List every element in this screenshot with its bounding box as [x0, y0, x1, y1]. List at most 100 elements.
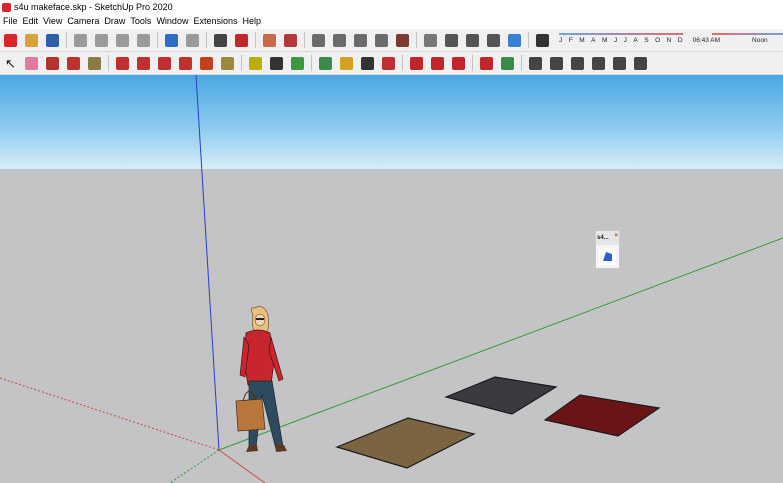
erase-button[interactable]: [135, 31, 153, 49]
red-axis: [218, 449, 266, 483]
cut-button[interactable]: [72, 31, 90, 49]
extension-warehouse-button[interactable]: [261, 31, 279, 49]
scale-icon: [200, 56, 213, 70]
scale-figure-person[interactable]: [235, 306, 287, 452]
style-2-button[interactable]: [331, 31, 349, 49]
month-label: F: [568, 36, 573, 44]
extension-2-icon: [480, 56, 493, 70]
arc-button[interactable]: [65, 54, 83, 72]
select-icon: ↖: [5, 55, 16, 71]
rectangle-button[interactable]: [86, 54, 104, 72]
style-5-button[interactable]: [394, 31, 412, 49]
back-view-button[interactable]: [611, 54, 629, 72]
tape-measure-button[interactable]: [247, 54, 265, 72]
offset-button[interactable]: [219, 54, 237, 72]
print-button[interactable]: [212, 31, 230, 49]
rotate-button[interactable]: [177, 54, 195, 72]
user-profile-button[interactable]: [499, 54, 517, 72]
make-face-button[interactable]: [599, 248, 616, 265]
paste-icon: [116, 33, 129, 47]
scene-canvas[interactable]: [0, 75, 783, 483]
front-view-button[interactable]: [569, 54, 587, 72]
eraser-button[interactable]: [23, 54, 41, 72]
style-4-button[interactable]: [373, 31, 391, 49]
shadow-settings-bar[interactable]: J F M A M J J A S O N D 06:43 AM Noon: [559, 31, 783, 49]
pan-button[interactable]: [338, 54, 356, 72]
text-button[interactable]: [268, 54, 286, 72]
make-face-icon: [603, 252, 612, 261]
cloud-upload-button[interactable]: [464, 31, 482, 49]
toolbar-separator: [206, 32, 207, 48]
select-button[interactable]: ↖: [2, 54, 20, 72]
paste-button[interactable]: [114, 31, 132, 49]
undo-button[interactable]: [163, 31, 181, 49]
green-axis-negative: [169, 449, 220, 483]
shadows-toggle-button[interactable]: [534, 31, 552, 49]
pencil-line-button[interactable]: [44, 54, 62, 72]
move-button[interactable]: [156, 54, 174, 72]
follow-me-button[interactable]: [135, 54, 153, 72]
shadow-month-slider[interactable]: J F M A M J J A S O N D: [559, 32, 683, 44]
orbit-button[interactable]: [317, 54, 335, 72]
model-info-button[interactable]: [233, 31, 251, 49]
dark-gray-face[interactable]: [444, 376, 558, 415]
style-3-button[interactable]: [352, 31, 370, 49]
copy-button[interactable]: [93, 31, 111, 49]
warehouse-button[interactable]: [408, 54, 426, 72]
menu-help[interactable]: Help: [240, 16, 264, 26]
top-view-button[interactable]: [548, 54, 566, 72]
iso-view-button[interactable]: [527, 54, 545, 72]
palette-close-button[interactable]: ×: [614, 233, 618, 239]
toolbar-separator: [255, 32, 256, 48]
get-models-button[interactable]: [2, 31, 20, 49]
month-label: M: [602, 36, 608, 44]
push-pull-button[interactable]: [114, 54, 132, 72]
open-button[interactable]: [23, 31, 41, 49]
menu-draw[interactable]: Draw: [102, 16, 128, 26]
menu-camera[interactable]: Camera: [65, 16, 102, 26]
redo-button[interactable]: [184, 31, 202, 49]
share-button[interactable]: [485, 31, 503, 49]
style-1-button[interactable]: [310, 31, 328, 49]
cloud-upload-icon: [466, 33, 479, 47]
toolbar-separator: [402, 55, 403, 71]
red-face[interactable]: [543, 394, 661, 437]
iso-view-icon: [529, 56, 542, 70]
geo-location-button[interactable]: [422, 31, 440, 49]
right-view-button[interactable]: [590, 54, 608, 72]
brown-face[interactable]: [335, 417, 476, 469]
left-view-button[interactable]: [632, 54, 650, 72]
paint-bucket-button[interactable]: [289, 54, 307, 72]
menu-bar: File Edit View Camera Draw Tools Window …: [0, 14, 783, 28]
extension-2-button[interactable]: [478, 54, 496, 72]
trimble-connect-button[interactable]: [506, 31, 524, 49]
extension-1-button[interactable]: [429, 54, 447, 72]
menu-edit[interactable]: Edit: [20, 16, 41, 26]
modeling-viewport[interactable]: s4... ×: [0, 75, 783, 483]
send-to-layout-button[interactable]: [450, 54, 468, 72]
menu-extensions[interactable]: Extensions: [191, 16, 240, 26]
shadow-noon-label: Noon: [713, 32, 783, 44]
menu-tools[interactable]: Tools: [128, 16, 154, 26]
user-profile-icon: [501, 56, 514, 70]
toolbar-separator: [66, 32, 67, 48]
scale-button[interactable]: [198, 54, 216, 72]
push-pull-icon: [116, 56, 129, 70]
standard-toolbar: J F M A M J J A S O N D 06:43 AM Noon: [0, 29, 783, 52]
erase-icon: [137, 33, 150, 47]
menu-window[interactable]: Window: [154, 16, 191, 26]
menu-view[interactable]: View: [41, 16, 65, 26]
shadows-toggle-icon: [536, 33, 549, 47]
zoom-extents-button[interactable]: [380, 54, 398, 72]
toolbar-separator: [472, 55, 473, 71]
month-label: J: [613, 36, 618, 44]
zoom-button[interactable]: [359, 54, 377, 72]
extension-warehouse-icon: [263, 33, 276, 47]
extension-manager-button[interactable]: [282, 31, 300, 49]
floating-extension-palette[interactable]: s4... ×: [595, 230, 620, 269]
menu-file[interactable]: File: [0, 16, 20, 26]
add-location-button[interactable]: [443, 31, 461, 49]
copy-icon: [95, 33, 108, 47]
toolbar-separator: [241, 55, 242, 71]
save-button[interactable]: [44, 31, 62, 49]
